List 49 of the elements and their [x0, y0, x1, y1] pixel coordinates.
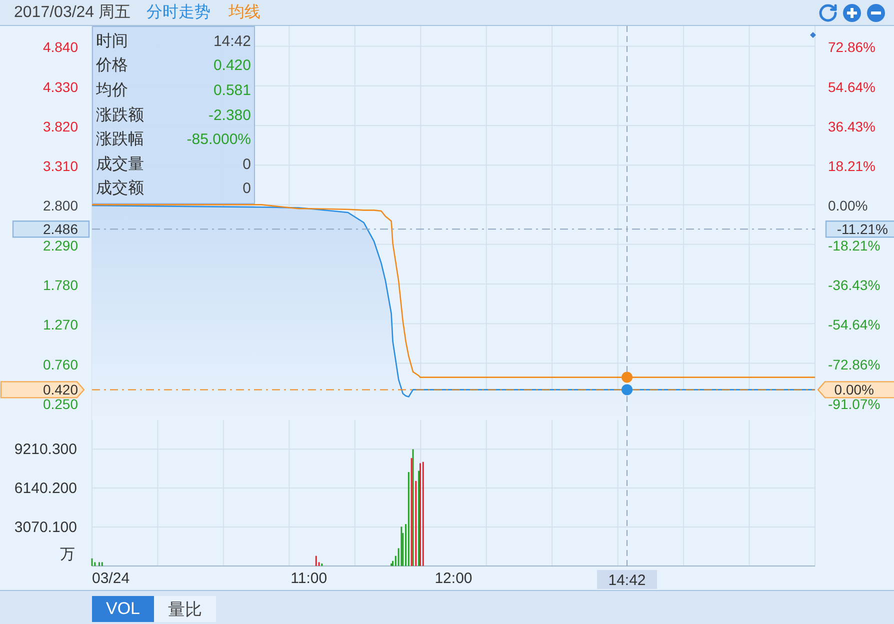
- price-tick: 0.250: [42, 396, 78, 412]
- tooltip-label: 涨跌额: [96, 106, 144, 126]
- tooltip-label: 涨跌幅: [96, 130, 144, 150]
- date-label: 2017/03/24 周五: [14, 3, 131, 23]
- tooltip-value: 0: [242, 156, 251, 173]
- volume-tick: 6140.200: [14, 480, 77, 498]
- time-tick: 11:00: [290, 570, 328, 587]
- tooltip-value: 14:42: [213, 32, 251, 50]
- tooltip-value: 0.581: [213, 82, 251, 99]
- legend-label: 分时走势: [146, 4, 211, 21]
- tooltip-value: 0: [242, 180, 251, 198]
- percent-tick: -36.43%: [828, 277, 880, 293]
- price-tick: 2.290: [42, 237, 78, 254]
- price-tick: 4.840: [42, 39, 78, 56]
- volume-tick: 3070.100: [14, 519, 77, 536]
- percent-tag: -11.21%: [825, 220, 894, 238]
- price-tick: 4.330: [42, 78, 78, 95]
- volume-tick: 9210.300: [14, 441, 77, 458]
- tooltip-value: -2.380: [208, 106, 251, 124]
- percent-tick: 0.00%: [828, 198, 868, 214]
- percent-tick: -91.07%: [828, 396, 880, 412]
- price-tag: 0.420: [0, 381, 85, 398]
- time-tick: 12:00: [434, 570, 472, 587]
- legend-label: 均线: [228, 4, 261, 21]
- percent-tick: 18.21%: [828, 158, 876, 174]
- time-tag: 14:42: [597, 570, 658, 589]
- price-tag: 2.486: [12, 220, 90, 238]
- price-tick: 1.270: [42, 316, 78, 333]
- price-tick: 0.760: [42, 356, 78, 372]
- percent-tick: 54.64%: [828, 78, 876, 95]
- percent-tick: -18.21%: [828, 237, 880, 254]
- price-tick: 3.820: [42, 118, 78, 134]
- percent-tick: -72.86%: [828, 356, 880, 372]
- percent-tick: -54.64%: [828, 316, 880, 333]
- tooltip-label: 时间: [96, 32, 128, 52]
- tooltip-value: 0.420: [213, 57, 251, 74]
- percent-tick: 36.43%: [828, 118, 876, 134]
- tooltip-label: 价格: [96, 56, 128, 76]
- percent-tag: 0.00%: [817, 381, 894, 398]
- tooltip-value: -85.000%: [186, 131, 251, 148]
- unit-label: 万: [60, 546, 75, 563]
- price-tick: 3.310: [42, 158, 78, 174]
- tooltip-label: 成交额: [96, 178, 144, 200]
- tooltip-label: 成交量: [96, 154, 144, 175]
- price-tick: 1.780: [42, 277, 78, 293]
- tooltip-label: 均价: [96, 80, 128, 101]
- percent-tick: 72.86%: [828, 39, 876, 56]
- price-tick: 2.800: [42, 198, 78, 214]
- time-tick: 03/24: [92, 570, 130, 587]
